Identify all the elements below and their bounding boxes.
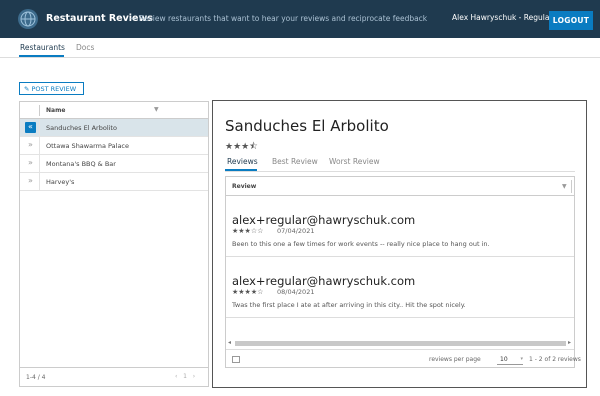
tab-best-review[interactable]: Best Review	[272, 157, 318, 166]
globe-icon	[18, 9, 38, 29]
grid-header: Review ▼	[226, 177, 574, 196]
prev-page-icon[interactable]: ‹	[175, 373, 177, 380]
review-row: alex+regular@hawryschuk.com ★★★★☆ 08/04/…	[226, 257, 574, 318]
tab-worst-review[interactable]: Worst Review	[329, 157, 380, 166]
restaurant-row[interactable]: » Ottawa Shawarma Palace	[20, 137, 208, 155]
review-date: 08/04/2021	[277, 288, 315, 296]
restaurant-list: Name ▼ « Sanduches El Arbolito » Ottawa …	[19, 101, 209, 387]
logout-button[interactable]: LOGOUT	[549, 11, 593, 30]
chevron-down-icon: ▾	[520, 356, 523, 362]
pagination-range: 1 - 2 of 2 reviews	[529, 356, 581, 363]
restaurant-name: Ottawa Shawarma Palace	[46, 142, 130, 150]
list-count: 1-4 / 4	[26, 374, 46, 381]
restaurant-name: Sanduches El Arbolito	[46, 124, 117, 132]
review-author: alex+regular@hawryschuk.com	[232, 274, 416, 288]
list-header: Name ▼	[20, 102, 208, 119]
app-header: Restaurant Reviews — Review restaurants …	[0, 0, 600, 38]
review-author: alex+regular@hawryschuk.com	[232, 213, 416, 227]
post-review-button[interactable]: ✎ POST REVIEW	[19, 82, 84, 95]
next-page-icon[interactable]: ›	[193, 373, 195, 380]
page-number: 1	[183, 373, 187, 380]
active-tab-indicator	[19, 55, 64, 57]
filter-icon[interactable]: ▼	[562, 183, 567, 190]
per-page-label: reviews per page	[429, 356, 481, 363]
review-date: 07/04/2021	[277, 227, 315, 235]
review-text: Been to this one a few times for work ev…	[232, 240, 490, 248]
expand-icon[interactable]: »	[25, 158, 36, 169]
restaurant-name: Harvey's	[46, 178, 75, 186]
scroll-thumb[interactable]	[235, 341, 566, 346]
column-name-header: Name	[46, 107, 66, 114]
scroll-right-icon[interactable]: ▸	[568, 339, 571, 346]
rating-stars: ★★★⯪	[225, 142, 258, 152]
column-divider	[39, 105, 40, 116]
collapse-icon[interactable]: «	[25, 122, 36, 133]
per-page-select[interactable]: 10 ▾	[497, 354, 523, 365]
column-review-header: Review	[232, 183, 257, 190]
restaurant-detail-panel: Sanduches El Arbolito ★★★⯪ Reviews Best …	[212, 100, 587, 388]
review-rating-stars: ★★★☆☆	[232, 227, 264, 235]
scroll-left-icon[interactable]: ◂	[228, 339, 231, 346]
filter-icon[interactable]: ▼	[154, 106, 159, 113]
restaurant-name: Montana's BBQ & Bar	[46, 160, 116, 168]
review-row: alex+regular@hawryschuk.com ★★★☆☆ 07/04/…	[226, 196, 574, 257]
column-toggle-icon[interactable]	[232, 356, 240, 363]
list-footer: 1-4 / 4 ‹ 1 ›	[20, 367, 208, 387]
restaurant-title: Sanduches El Arbolito	[225, 117, 389, 135]
user-name: Alex Hawryschuk - Regular	[452, 13, 553, 22]
app-subtitle: — Review restaurants that want to hear y…	[129, 14, 428, 23]
pagination: ‹ 1 ›	[175, 373, 195, 380]
tab-restaurants[interactable]: Restaurants	[20, 43, 65, 52]
per-page-value: 10	[500, 356, 508, 363]
tab-reviews[interactable]: Reviews	[227, 157, 258, 166]
restaurant-row[interactable]: « Sanduches El Arbolito	[20, 119, 208, 137]
review-rating-stars: ★★★★☆	[232, 288, 264, 296]
horizontal-scrollbar[interactable]: ◂ ▸	[226, 339, 574, 348]
expand-icon[interactable]: »	[25, 140, 36, 151]
reviews-grid: Review ▼ alex+regular@hawryschuk.com ★★★…	[225, 176, 581, 368]
restaurant-row[interactable]: » Montana's BBQ & Bar	[20, 155, 208, 173]
tab-docs[interactable]: Docs	[76, 43, 94, 52]
nav-tabs: Restaurants Docs	[0, 38, 600, 58]
review-text: Twas the first place I ate at after arri…	[232, 301, 466, 309]
edit-icon: ✎	[24, 84, 30, 93]
grid-footer: reviews per page 10 ▾ 1 - 2 of 2 reviews	[226, 349, 581, 368]
post-review-label: POST REVIEW	[31, 84, 77, 93]
restaurant-row[interactable]: » Harvey's	[20, 173, 208, 191]
expand-icon[interactable]: »	[25, 176, 36, 187]
